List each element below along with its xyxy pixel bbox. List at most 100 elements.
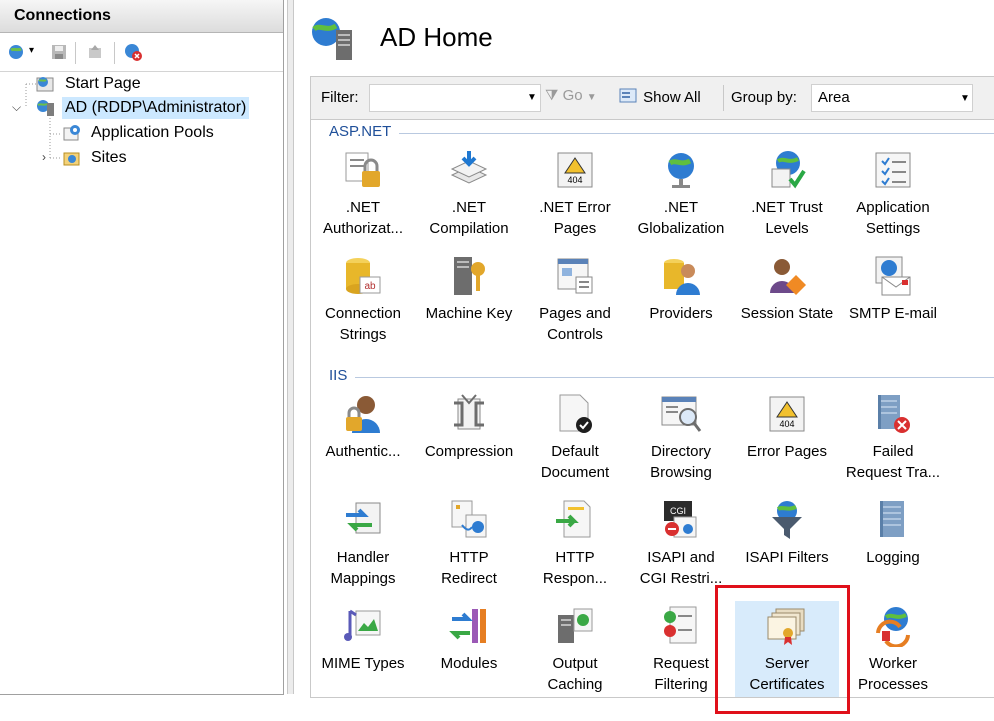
handler-mappings-icon [346,502,381,534]
connect-dropdown-icon[interactable]: ▾ [29,45,34,56]
feature-net-trust-levels[interactable]: .NET Trust Levels [735,149,839,239]
section-divider [399,133,994,134]
feature-http-response-headers[interactable]: HTTP Respon... [523,499,627,589]
feature-label: .NET Compilation [429,199,509,237]
net-compilation-icon [450,151,488,184]
connections-toolbar: ▾ [0,33,283,72]
disconnect-icon[interactable] [124,43,142,61]
feature-machine-key[interactable]: Machine Key [417,255,521,324]
group-by-dropdown-icon: ▼ [960,93,970,104]
feature-handler-mappings[interactable]: Handler Mappings [311,499,415,589]
svg-text:404: 404 [567,175,582,185]
go-dropdown-icon: ▼ [586,92,597,103]
feature-http-redirect[interactable]: HTTP Redirect [417,499,521,589]
feature-label: HTTP Redirect [441,549,497,587]
section-header-iis: IIS [329,367,348,384]
feature-smtp-email[interactable]: SMTP E-mail [841,255,945,324]
feature-session-state[interactable]: Session State [735,255,839,324]
pane-splitter[interactable] [287,0,294,694]
features-view: Filter: ▼ ⧩ Go ▼ Show All Group by: Area… [310,76,994,698]
feature-worker-processes[interactable]: Worker Processes [841,605,945,695]
feature-authentication[interactable]: Authentic... [311,393,415,462]
show-all-button[interactable]: Show All [619,87,701,106]
http-redirect-icon [451,500,487,538]
group-by-select[interactable]: Area ▼ [811,84,973,112]
net-globalization-icon [668,153,694,188]
mime-types-icon [344,609,381,641]
feature-net-globalization[interactable]: .NET Globalization [629,149,733,239]
tree-item-label: Sites [91,149,127,166]
save-icon[interactable] [50,43,68,61]
section-divider [355,377,994,378]
go-label: Go [562,87,583,104]
feature-label: Session State [740,305,834,322]
show-all-icon [619,88,637,103]
feature-label: Default Document [540,443,610,481]
http-response-headers-icon [556,500,591,538]
up-icon[interactable] [86,43,104,61]
tree-item-server[interactable]: AD (RDDP\Administrator) [36,97,276,119]
connect-icon[interactable] [8,43,26,61]
feature-net-authorization[interactable]: .NET Authorizat... [311,149,415,239]
feature-connection-strings[interactable]: ab Connection Strings [311,255,415,345]
feature-isapi-cgi-restrictions[interactable]: CGI ISAPI and CGI Restri... [629,499,733,589]
feature-label: Error Pages [746,443,828,460]
feature-label: .NET Authorizat... [322,199,404,237]
highlight-box [715,585,850,714]
tree-item-application-pools[interactable]: Application Pools [62,122,272,144]
connection-strings-icon: ab [346,258,381,294]
feature-label: .NET Error Pages [539,199,611,237]
tree-item-label: AD (RDDP\Administrator) [62,97,250,119]
group-by-label: Group by: [731,89,797,106]
feature-mime-types[interactable]: MIME Types [311,605,415,674]
feature-label: Providers [649,305,713,322]
feature-providers[interactable]: Providers [629,255,733,324]
chevron-right-icon[interactable]: › [42,150,46,164]
feature-net-compilation[interactable]: .NET Compilation [417,149,521,239]
server-icon [37,100,54,116]
tree-item-start-page[interactable]: Start Page [36,73,276,95]
feature-application-settings[interactable]: Application Settings [841,149,945,239]
machine-key-icon [454,257,485,295]
feature-label: Compression [424,443,514,460]
group-by-value: Area [818,89,850,106]
feature-default-document[interactable]: Default Document [523,393,627,483]
feature-modules[interactable]: Modules [417,605,521,674]
failed-request-tracing-icon [878,395,910,433]
filter-dropdown-icon[interactable]: ▼ [527,92,537,103]
feature-pages-controls[interactable]: Pages and Controls [523,255,627,345]
feature-net-error-pages[interactable]: 404 .NET Error Pages [523,149,627,239]
feature-directory-browsing[interactable]: Directory Browsing [629,393,733,483]
feature-label: Machine Key [425,305,513,322]
sites-icon [63,152,80,166]
feature-failed-request-tracing[interactable]: Failed Request Tra... [841,393,945,483]
isapi-cgi-restrictions-icon: CGI [664,501,697,538]
chevron-down-icon[interactable]: ⌵ [12,100,21,115]
connections-title: Connections [0,0,283,33]
output-caching-icon [558,608,593,643]
start-page-icon [36,77,54,92]
worker-processes-icon [876,607,910,647]
feature-output-caching[interactable]: Output Caching [523,605,627,695]
feature-error-pages[interactable]: 404 Error Pages [735,393,839,462]
net-error-pages-icon: 404 [557,152,593,188]
go-button[interactable]: ⧩ Go ▼ [545,87,597,104]
modules-icon [449,609,486,643]
pages-controls-icon [557,258,593,294]
tree-item-sites[interactable]: Sites [62,147,272,169]
feature-label: .NET Trust Levels [751,199,823,237]
funnel-icon: ⧩ [545,87,559,104]
feature-compression[interactable]: Compression [417,393,521,462]
feature-logging[interactable]: Logging [841,499,945,568]
directory-browsing-icon [661,396,702,432]
filter-input[interactable] [369,84,541,112]
feature-isapi-filters[interactable]: ISAPI Filters [735,499,839,568]
feature-label: ISAPI and CGI Restri... [639,549,723,587]
tree-item-label: Start Page [65,75,141,92]
request-filtering-icon [664,606,697,644]
svg-text:404: 404 [779,419,794,429]
net-trust-levels-icon [771,151,806,189]
feature-label: .NET Globalization [637,199,725,237]
net-authorization-icon [345,152,380,187]
feature-label: ISAPI Filters [745,549,829,566]
